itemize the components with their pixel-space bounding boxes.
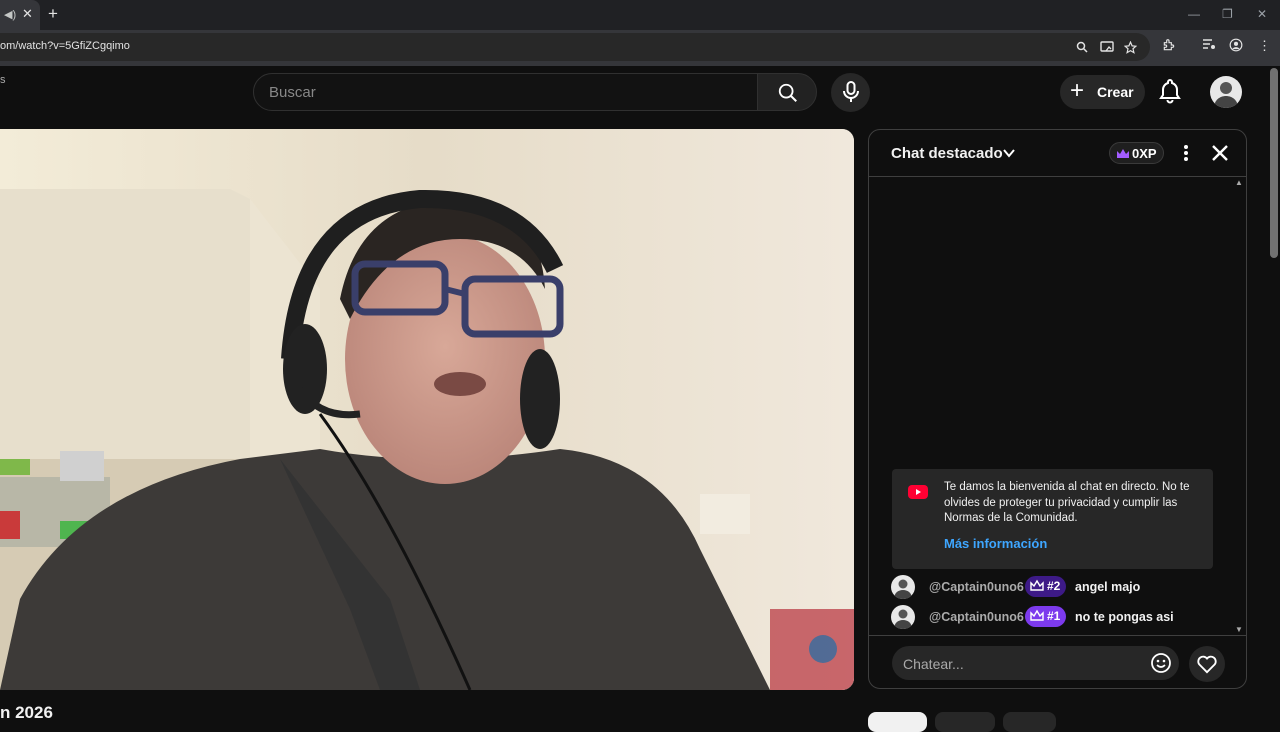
notifications-bell-icon[interactable] [1158, 78, 1182, 104]
more-options-icon[interactable] [1176, 143, 1196, 163]
minimize-icon[interactable]: — [1188, 7, 1200, 21]
search-placeholder: Buscar [269, 84, 316, 101]
chat-message[interactable]: @Captain0uno6 #1 no te pongas asi [891, 605, 1231, 629]
chat-input[interactable]: Chatear... [892, 646, 1179, 680]
tab-close-icon[interactable]: ✕ [22, 6, 33, 22]
user-silhouette-icon [1214, 82, 1238, 108]
filter-chip[interactable] [868, 712, 927, 732]
scroll-down-arrow-icon[interactable]: ▼ [1235, 625, 1243, 634]
create-button[interactable]: + Crear [1060, 75, 1145, 109]
search-button[interactable] [757, 73, 817, 111]
message-author[interactable]: @Captain0uno6 [929, 580, 1024, 594]
browser-menu-icon[interactable]: ⋮ [1258, 38, 1271, 54]
rank-badge: #1 [1025, 606, 1067, 627]
browser-toolbar: om/watch?v=5GfiZCgqimo ⋮ [0, 30, 1280, 66]
video-title: n 2026 [0, 703, 53, 722]
window-close-icon[interactable]: ✕ [1257, 7, 1267, 21]
url-text[interactable]: om/watch?v=5GfiZCgqimo [0, 40, 130, 52]
restore-icon[interactable]: ❐ [1222, 7, 1233, 21]
extensions-icon[interactable] [1162, 38, 1176, 55]
rank-label: #1 [1047, 609, 1061, 623]
logo-fragment: s [0, 74, 6, 86]
youtube-header: s Buscar + Crear [0, 66, 1280, 122]
video-player[interactable] [0, 129, 854, 690]
voice-search-button[interactable] [831, 73, 870, 112]
profile-icon[interactable] [1229, 38, 1243, 55]
filter-chip[interactable] [935, 712, 995, 732]
message-text: no te pongas asi [1075, 610, 1174, 624]
crown-icon [1117, 149, 1129, 158]
plus-icon: + [1070, 77, 1085, 104]
crown-icon [1030, 609, 1044, 621]
message-text: angel majo [1075, 580, 1141, 594]
welcome-banner: Te damos la bienvenida al chat en direct… [892, 469, 1213, 569]
zoom-icon[interactable] [1076, 41, 1088, 56]
new-tab-icon[interactable]: + [48, 4, 58, 24]
chat-message[interactable]: @Captain0uno6 #2 angel majo [891, 575, 1231, 599]
media-controls-icon[interactable] [1202, 38, 1216, 53]
live-chat-panel: Chat destacado 0XP ▲ Te damos la bienven… [868, 129, 1247, 689]
chevron-down-icon[interactable] [1002, 146, 1016, 160]
video-frame-image [0, 129, 854, 690]
account-avatar[interactable] [1210, 76, 1242, 108]
welcome-message: Te damos la bienvenida al chat en direct… [944, 481, 1190, 524]
close-icon[interactable] [1210, 143, 1230, 163]
rank-label: #2 [1047, 579, 1061, 593]
chat-mode-title[interactable]: Chat destacado [891, 145, 1003, 162]
browser-tab[interactable]: ◀) ✕ [0, 0, 40, 30]
address-bar[interactable]: om/watch?v=5GfiZCgqimo [0, 33, 1150, 61]
create-label: Crear [1097, 84, 1134, 100]
search-icon [778, 83, 797, 102]
rank-badge: #2 [1025, 576, 1067, 597]
filter-chip[interactable] [1003, 712, 1056, 732]
avatar[interactable] [891, 605, 915, 629]
chat-input-placeholder: Chatear... [903, 656, 964, 672]
heart-reaction-button[interactable] [1189, 646, 1225, 682]
more-info-link[interactable]: Más información [944, 536, 1047, 551]
audio-playing-icon[interactable]: ◀) [4, 8, 16, 21]
user-silhouette-icon [894, 579, 912, 599]
cast-icon[interactable] [1100, 41, 1114, 56]
microphone-icon [843, 81, 859, 102]
search-input[interactable]: Buscar [253, 73, 758, 111]
chat-input-area: Chatear... [869, 635, 1246, 688]
bookmark-star-icon[interactable] [1123, 40, 1138, 57]
message-author[interactable]: @Captain0uno6 [929, 610, 1024, 624]
heart-icon [1197, 655, 1217, 674]
scroll-up-arrow-icon[interactable]: ▲ [1235, 178, 1243, 187]
browser-tab-bar: ◀) ✕ + — ❐ ✕ [0, 0, 1280, 30]
page-scrollbar[interactable] [1270, 68, 1278, 258]
crown-icon [1030, 579, 1044, 591]
emoji-icon[interactable] [1150, 652, 1172, 674]
avatar[interactable] [891, 575, 915, 599]
user-silhouette-icon [894, 609, 912, 629]
xp-value: 0XP [1132, 146, 1157, 161]
youtube-logo-icon [908, 485, 928, 499]
chat-header: Chat destacado 0XP [869, 130, 1246, 177]
xp-badge[interactable]: 0XP [1109, 142, 1164, 164]
